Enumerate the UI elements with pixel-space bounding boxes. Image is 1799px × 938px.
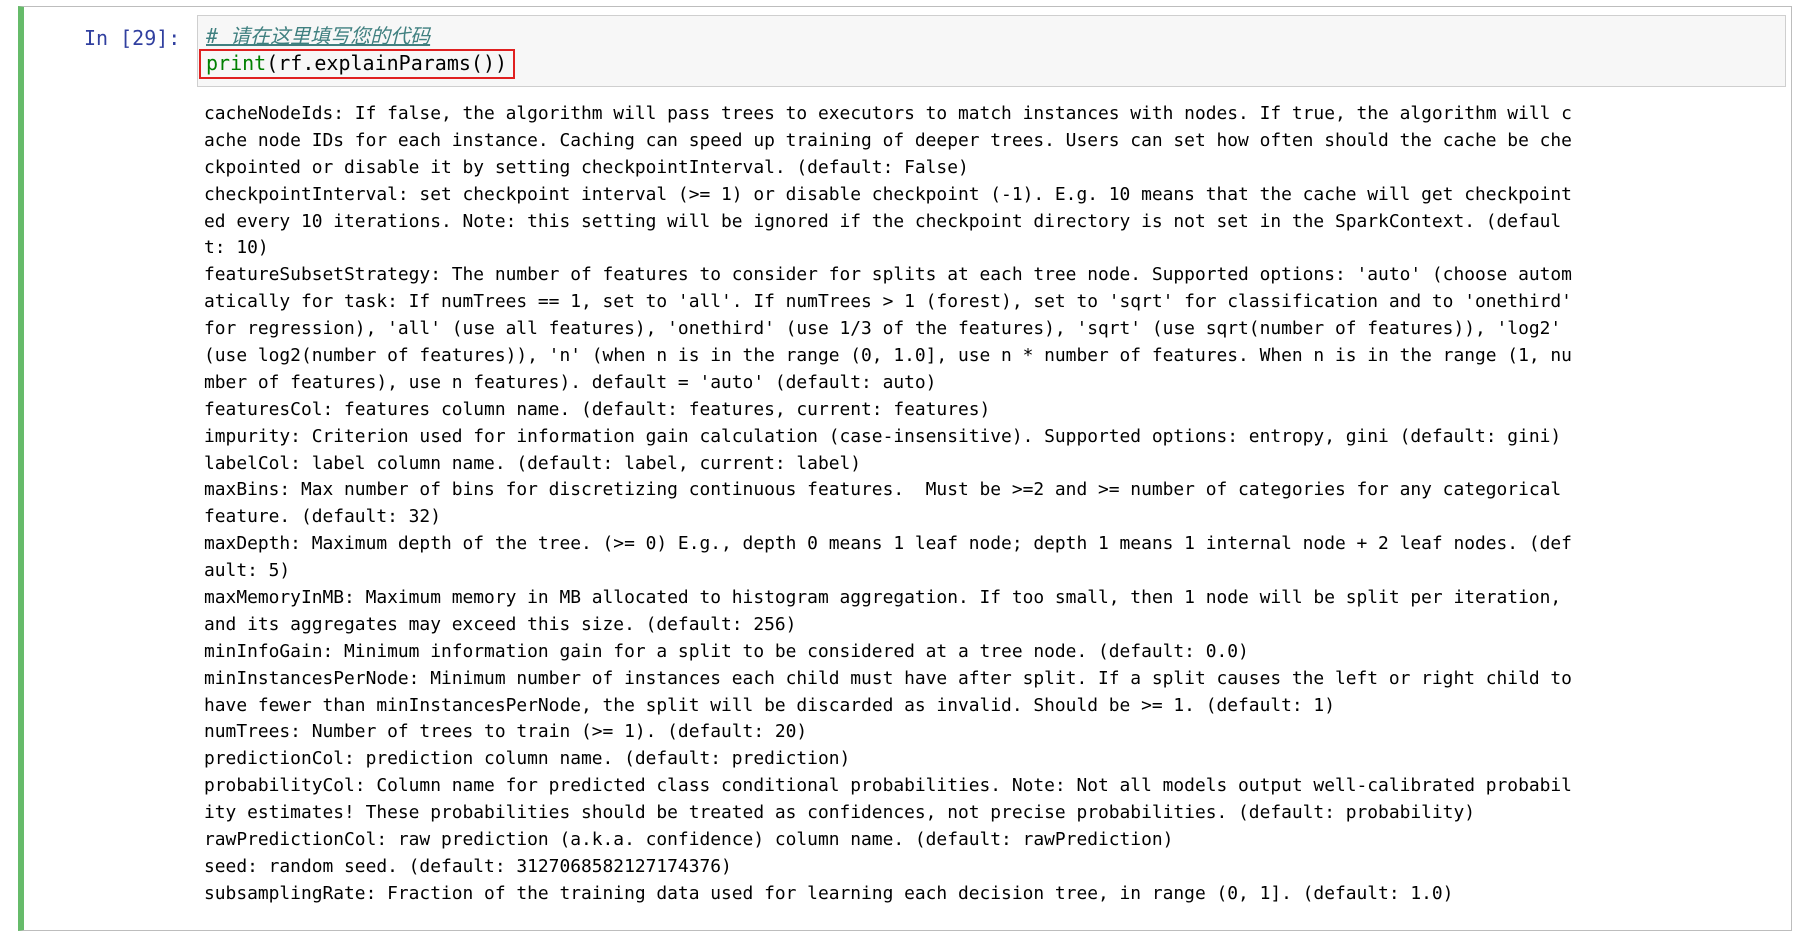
output-line: ault: 5) [204,560,291,582]
output-line: maxDepth: Maximum depth of the tree. (>=… [204,533,1572,555]
output-line: cacheNodeIds: If false, the algorithm wi… [204,103,1572,124]
output-line: maxBins: Max number of bins for discreti… [204,479,1562,501]
input-prompt: In [29]: [84,26,181,50]
output-line: subsamplingRate: Fraction of the trainin… [204,882,1454,904]
output-line: and its aggregates may exceed this size.… [204,613,797,635]
output-line: numTrees: Number of trees to train (>= 1… [204,721,808,743]
code-comment: # 请在这里填写您的代码 [206,24,431,48]
output-line: (use log2(number of features)), 'n' (whe… [204,345,1572,367]
output-line: t: 10) [204,237,269,259]
output-line: mber of features), use n features). defa… [204,371,937,393]
output-line: ed every 10 iterations. Note: this setti… [204,210,1562,232]
output-line: ckpointed or disable it by setting check… [204,156,969,178]
output-line: ache node IDs for each instance. Caching… [204,129,1572,151]
output-line: seed: random seed. (default: 31270685821… [204,855,732,877]
output-line: feature. (default: 32) [204,506,441,528]
cell-output: cacheNodeIds: If false, the algorithm wi… [204,101,1784,908]
output-line: minInfoGain: Minimum information gain fo… [204,640,1249,662]
output-line: ity estimates! These probabilities shoul… [204,802,1475,824]
output-line: minInstancesPerNode: Minimum number of i… [204,667,1572,689]
output-line: for regression), 'all' (use all features… [204,318,1562,340]
output-line: atically for task: If numTrees == 1, set… [204,291,1572,313]
code-input-area[interactable]: # 请在这里填写您的代码 print(rf.explainParams()) [197,15,1786,87]
output-line: rawPredictionCol: raw prediction (a.k.a.… [204,829,1174,851]
output-line: probabilityCol: Column name for predicte… [204,775,1572,797]
output-line: featureSubsetStrategy: The number of fea… [204,264,1572,286]
output-line: impurity: Criterion used for information… [204,425,1562,447]
highlight-annotation-box [199,49,515,79]
output-line: featuresCol: features column name. (defa… [204,398,991,420]
output-line: have fewer than minInstancesPerNode, the… [204,694,1335,716]
output-line: maxMemoryInMB: Maximum memory in MB allo… [204,587,1562,609]
output-line: predictionCol: prediction column name. (… [204,748,851,770]
output-line: checkpointInterval: set checkpoint inter… [204,183,1572,205]
output-line: labelCol: label column name. (default: l… [204,452,862,474]
